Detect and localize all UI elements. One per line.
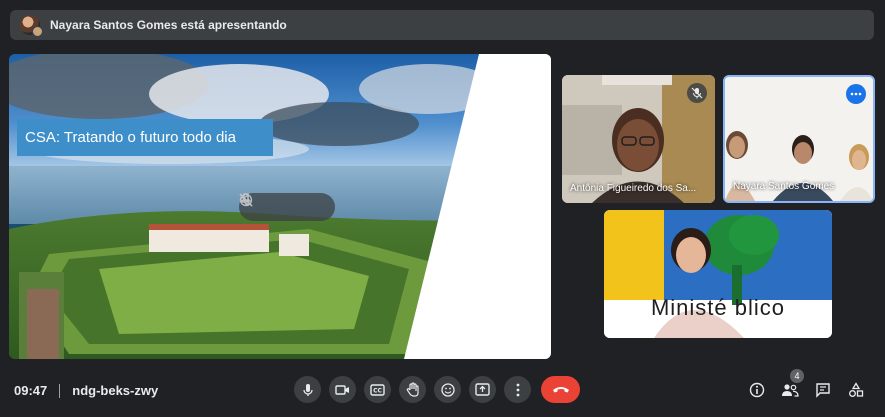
call-controls: CC	[294, 376, 580, 403]
presenter-avatar	[20, 15, 43, 37]
meeting-code: ndg-beks-zwy	[72, 383, 159, 398]
presentation-tile[interactable]: CSA: Tratando o futuro todo dia	[9, 54, 551, 359]
chat-icon	[816, 382, 830, 398]
participant-count-badge: 4	[790, 369, 804, 383]
more-options-tile-button[interactable]	[846, 84, 866, 104]
meeting-details-button[interactable]	[745, 376, 769, 403]
current-time: 09:47	[14, 383, 48, 398]
captions-button[interactable]: CC	[364, 376, 391, 403]
emoji-button[interactable]	[434, 376, 461, 403]
svg-text:CC: CC	[373, 387, 382, 394]
activities-icon	[849, 381, 864, 397]
more-options-icon	[516, 383, 519, 396]
people-icon	[782, 383, 799, 397]
participant-name: Antônia Figueiredo dos Sa...	[570, 183, 697, 194]
meet-window: Nayara Santos Gomes está apresentando CS…	[0, 0, 885, 417]
mic-button[interactable]	[294, 376, 321, 403]
presenting-text: Nayara Santos Gomes está apresentando	[50, 18, 287, 32]
side-panel-controls: 4	[745, 369, 868, 403]
background-text: Ministé blico	[650, 296, 786, 320]
tile-hover-controls	[239, 193, 335, 221]
camera-icon	[335, 384, 349, 395]
present-button[interactable]	[469, 376, 496, 403]
present-icon	[475, 383, 490, 396]
participant-name: Nayara Santos Gomes	[733, 181, 835, 192]
more-options-button[interactable]	[504, 376, 531, 403]
participant-tile-nayara[interactable]: Nayara Santos Gomes	[723, 75, 875, 203]
end-call-button[interactable]	[541, 376, 580, 403]
presenting-banner: Nayara Santos Gomes está apresentando	[10, 10, 874, 40]
activities-button[interactable]	[844, 376, 868, 403]
chat-button[interactable]	[811, 376, 835, 403]
slide-title: CSA: Tratando o futuro todo dia	[17, 119, 273, 156]
end-call-icon	[552, 387, 569, 393]
participant-tile-ministerio[interactable]: Ministé blico	[604, 210, 832, 338]
emoji-icon	[440, 382, 455, 397]
meeting-info: 09:47 ndg-beks-zwy	[14, 383, 158, 398]
mic-icon	[302, 383, 313, 396]
people-button[interactable]: 4	[778, 369, 804, 403]
raise-hand-button[interactable]	[399, 376, 426, 403]
remove-tile-icon[interactable]	[239, 193, 324, 216]
mic-off-icon	[691, 87, 703, 99]
captions-icon: CC	[370, 383, 385, 396]
muted-indicator	[687, 83, 707, 103]
info-icon	[749, 382, 765, 397]
mute-tile-icon[interactable]	[239, 193, 296, 216]
participant-tile-antonia[interactable]: Antônia Figueiredo dos Sa...	[562, 75, 715, 203]
camera-button[interactable]	[329, 376, 356, 403]
more-horizontal-icon	[850, 92, 862, 96]
divider	[59, 383, 61, 398]
raise-hand-icon	[406, 382, 419, 397]
